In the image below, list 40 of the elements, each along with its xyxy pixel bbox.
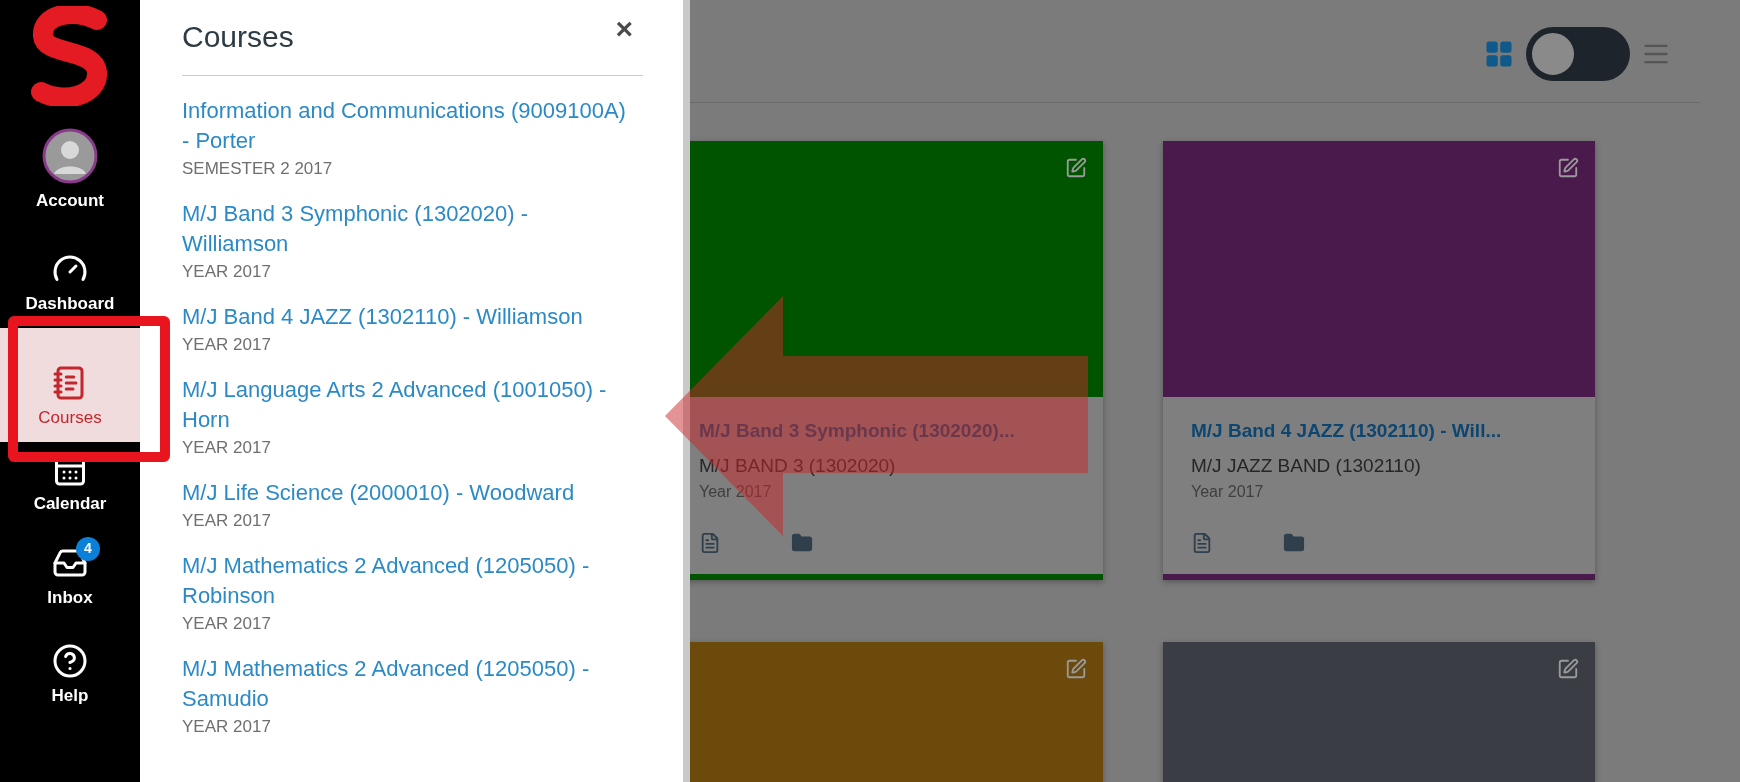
help-icon — [52, 642, 88, 679]
course-link[interactable]: M/J Language Arts 2 Advanced (1001050) - Horn — [182, 375, 627, 435]
course-link[interactable]: M/J Band 4 JAZZ (1302110) - Williamson — [182, 302, 627, 332]
course-link[interactable]: M/J Mathematics 2 Advanced (1205050) - Samudio — [182, 654, 627, 714]
edit-icon[interactable] — [1557, 658, 1579, 680]
card-course-code: M/J JAZZ BAND (1302110) — [1191, 453, 1422, 478]
course-term: YEAR 2017 — [182, 716, 272, 738]
course-term: YEAR 2017 — [182, 510, 272, 532]
folder-icon[interactable] — [1283, 532, 1305, 554]
grid-view-icon[interactable] — [1484, 39, 1514, 69]
nav-item[interactable]: Help — [0, 622, 140, 720]
edit-icon[interactable] — [1065, 157, 1087, 179]
course-link[interactable]: M/J Mathematics 2 Advanced (1205050) - Robinson — [182, 551, 627, 611]
nav-item[interactable]: 4 Inbox — [0, 528, 140, 622]
view-toggle[interactable] — [1526, 27, 1630, 81]
course-link[interactable]: M/J Band 3 Symphonic (1302020) - Williamson — [182, 199, 627, 259]
nav-item[interactable]: Courses — [0, 328, 140, 442]
edit-icon[interactable] — [1065, 658, 1087, 680]
close-button[interactable]: × — [615, 14, 633, 44]
avatar-icon — [42, 127, 98, 184]
nav-item[interactable]: Dashboard — [0, 225, 140, 328]
course-term: YEAR 2017 — [182, 437, 272, 459]
course-link[interactable]: M/J Life Science (2000010) - Woodward — [182, 478, 627, 508]
course-term: YEAR 2017 — [182, 261, 272, 283]
syllabus-icon[interactable] — [699, 532, 721, 554]
course-term: SEMESTER 2 2017 — [182, 158, 334, 180]
course-term: YEAR 2017 — [182, 613, 272, 635]
folder-icon[interactable] — [791, 532, 813, 554]
course-term: YEAR 2017 — [182, 334, 272, 356]
edit-icon[interactable] — [1557, 157, 1579, 179]
syllabus-icon[interactable] — [1191, 532, 1213, 554]
nav-item[interactable]: Account — [0, 112, 140, 225]
card-term: Year 2017 — [1191, 482, 1265, 502]
card-title[interactable]: M/J Band 4 JAZZ (1302110) - Will... — [1191, 417, 1567, 446]
course-card[interactable]: M/J Band 4 JAZZ (1302110) - Will... M/J JAZZ BAND (1302110) Year 2017 — [1163, 141, 1595, 580]
tray-title: Courses — [182, 19, 294, 55]
nav-item[interactable]: Calendar — [0, 442, 140, 528]
unread-badge: 4 — [76, 536, 100, 561]
course-link[interactable]: Information and Communications (9009100A) - Porter — [182, 96, 627, 156]
card-term: Year 2017 — [699, 482, 773, 502]
